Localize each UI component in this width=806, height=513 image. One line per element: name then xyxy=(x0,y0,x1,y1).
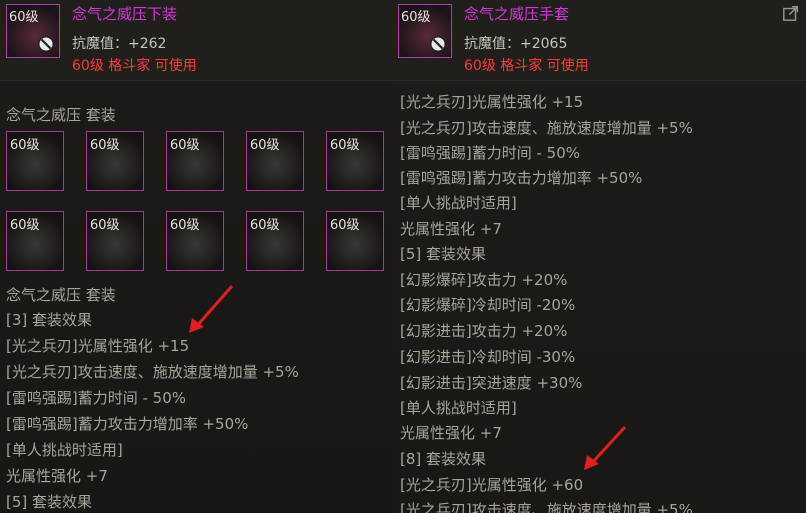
effect-line: 光属性强化 +7 xyxy=(6,467,108,485)
effect-line: [5] 套装效果 xyxy=(6,493,93,511)
effect-line: [5] 套装效果 xyxy=(400,245,487,263)
item-name: 念气之威压手套 xyxy=(464,5,570,23)
effect-line: [3] 套装效果 xyxy=(6,311,93,329)
effect-line: [8] 套装效果 xyxy=(400,450,487,468)
effect-line: [幻影爆碎]攻击力 +20% xyxy=(400,271,568,289)
slot-level: 60级 xyxy=(10,218,40,233)
slot-level: 60级 xyxy=(330,218,360,233)
right-item-icon[interactable]: 60级 xyxy=(398,4,452,58)
left-item-header: 60级 念气之威压下装 抗魔值：+262 60级 格斗家 可使用 xyxy=(0,0,392,81)
right-tooltip-panel: 60级 念气之威压手套 抗魔值：+2065 60级 格斗家 可使用 [光之兵刃]… xyxy=(392,0,806,513)
item-stat: 抗魔值：+262 xyxy=(72,36,167,52)
slot-level: 60级 xyxy=(170,138,200,153)
set-name: 念气之威压 套装 xyxy=(6,286,116,304)
set-slot[interactable]: 60级 xyxy=(6,131,64,191)
effect-line: [雷鸣强踢]蓄力攻击力增加率 +50% xyxy=(6,415,249,433)
set-slot[interactable]: 60级 xyxy=(246,211,304,271)
effect-line: [光之兵刃]攻击速度、施放速度增加量 +5% xyxy=(400,119,693,137)
red-arrow xyxy=(584,425,627,470)
item-stat: 抗魔值：+2065 xyxy=(464,36,568,52)
effect-line: 光属性强化 +7 xyxy=(400,220,502,238)
effect-line: [单人挑战时适用] xyxy=(400,194,517,212)
effect-line: [单人挑战时适用] xyxy=(6,441,123,459)
effect-line: [幻影进击]突进速度 +30% xyxy=(400,374,583,392)
forbidden-icon xyxy=(430,36,446,52)
red-arrow xyxy=(189,285,234,333)
effect-line: [光之兵刃]光属性强化 +60 xyxy=(400,476,584,494)
slot-level: 60级 xyxy=(90,138,120,153)
forbidden-icon xyxy=(38,36,54,52)
effect-line: [光之兵刃]光属性强化 +15 xyxy=(400,93,584,111)
left-tooltip-panel: 60级 念气之威压下装 抗魔值：+262 60级 格斗家 可使用 念气之威压 套… xyxy=(0,0,392,513)
effect-line: 光属性强化 +7 xyxy=(400,424,502,442)
right-item-header: 60级 念气之威压手套 抗魔值：+2065 60级 格斗家 可使用 xyxy=(392,0,806,81)
item-name: 念气之威压下装 xyxy=(72,5,178,23)
item-requirement: 60级 格斗家 可使用 xyxy=(464,58,589,74)
level-badge: 60级 xyxy=(401,10,431,25)
effect-line: [光之兵刃]攻击速度、施放速度增加量 +5% xyxy=(6,363,299,381)
slot-level: 60级 xyxy=(330,138,360,153)
slot-level: 60级 xyxy=(10,138,40,153)
effect-line: [雷鸣强踢]蓄力时间 - 50% xyxy=(400,144,580,162)
effect-line: [幻影爆碎]冷却时间 -20% xyxy=(400,296,576,314)
effect-line: [单人挑战时适用] xyxy=(400,399,517,417)
share-icon[interactable] xyxy=(782,4,800,22)
slot-level: 60级 xyxy=(170,218,200,233)
effect-line: [幻影进击]攻击力 +20% xyxy=(400,322,568,340)
slot-level: 60级 xyxy=(90,218,120,233)
slot-level: 60级 xyxy=(250,138,280,153)
effect-line: [雷鸣强踢]蓄力时间 - 50% xyxy=(6,389,186,407)
set-slot[interactable]: 60级 xyxy=(86,131,144,191)
effect-line: [幻影进击]冷却时间 -30% xyxy=(400,348,576,366)
effect-line: [光之兵刃]光属性强化 +15 xyxy=(6,337,190,355)
level-badge: 60级 xyxy=(9,10,39,25)
set-slot[interactable]: 60级 xyxy=(86,211,144,271)
item-requirement: 60级 格斗家 可使用 xyxy=(72,58,197,74)
slot-level: 60级 xyxy=(250,218,280,233)
set-slot[interactable]: 60级 xyxy=(326,131,384,191)
set-slot[interactable]: 60级 xyxy=(326,211,384,271)
effect-line: [雷鸣强踢]蓄力攻击力增加率 +50% xyxy=(400,169,643,187)
left-item-icon[interactable]: 60级 xyxy=(6,4,60,58)
set-title: 念气之威压 套装 xyxy=(6,106,116,124)
set-slot[interactable]: 60级 xyxy=(166,211,224,271)
set-slot[interactable]: 60级 xyxy=(166,131,224,191)
set-slot[interactable]: 60级 xyxy=(6,211,64,271)
set-slot[interactable]: 60级 xyxy=(246,131,304,191)
effect-line: [光之兵刃]攻击速度、施放速度增加量 +5% xyxy=(400,501,693,513)
